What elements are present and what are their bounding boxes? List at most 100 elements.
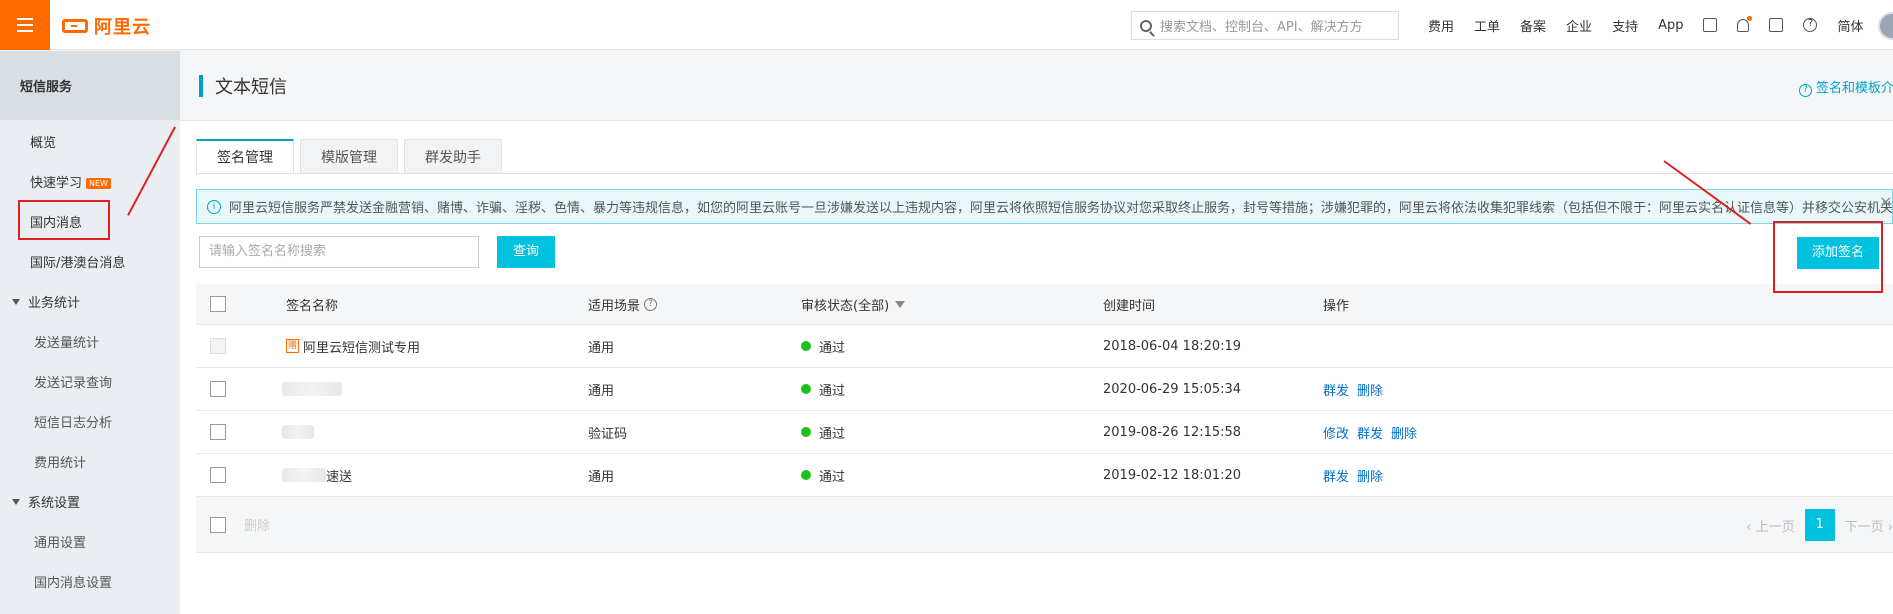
aliyun-logo[interactable]: 阿里云 (62, 13, 151, 39)
help-link[interactable]: ? 签名和模板介绍 (1799, 77, 1893, 97)
help-icon[interactable]: ? (1803, 18, 1818, 32)
logo-mark-icon (62, 19, 88, 33)
bell-icon[interactable] (1737, 15, 1753, 32)
row-actions: 群发 删除 (1323, 368, 1391, 410)
close-icon[interactable]: × (1879, 194, 1893, 210)
status-dot-icon (801, 341, 811, 351)
sidebar: 短信服务 概览 快速学习 NEW 国内消息 国际/港澳台消息 业务统计 发送量统计… (0, 51, 180, 614)
status: 通过 (801, 368, 845, 410)
footer-select-all-checkbox[interactable] (210, 516, 226, 533)
cart-icon[interactable] (1769, 18, 1784, 32)
top-navbar: 阿里云 搜索文档、控制台、API、解决方方 费用 工单 备案 企业 支持 App… (0, 0, 1893, 50)
pagination: ‹ 上一页 1 下一页 › (1746, 509, 1893, 541)
sidebar-title: 短信服务 (0, 51, 180, 120)
bulk-send-link[interactable]: 群发 (1357, 423, 1383, 442)
top-link-billing[interactable]: 费用 (1428, 16, 1454, 35)
highlight-box (1773, 221, 1883, 293)
question-icon: ? (1799, 84, 1812, 97)
table-row: 验证码 通过 2019-08-26 12:15:58 修改 群发 删除 (196, 411, 1893, 454)
col-scene: 适用场景? (588, 284, 658, 324)
page-number-button[interactable]: 1 (1804, 509, 1835, 541)
signature-table: 签名名称 适用场景? 审核状态(全部) 创建时间 操作 赠阿里云短信测试专用 通… (196, 284, 1893, 553)
status-text: 通过 (819, 469, 846, 485)
notice-banner: i 阿里云短信服务严禁发送金融营销、赌博、诈骗、淫秽、色情、暴力等违规信息，如您… (196, 189, 1893, 224)
avatar[interactable] (1878, 12, 1893, 40)
page-title: 文本短信 (215, 77, 287, 98)
sidebar-group-label: 系统设置 (28, 496, 81, 511)
row-actions: 群发 删除 (1323, 454, 1391, 496)
col-status-label: 审核状态(全部) (801, 298, 890, 314)
tabs: 签名管理 模版管理 群发助手 (196, 139, 502, 174)
terminal-icon[interactable] (1703, 18, 1718, 32)
scene: 通用 (588, 340, 615, 356)
row-checkbox (210, 338, 226, 354)
sidebar-item-quick-learn[interactable]: 快速学习 NEW (30, 172, 111, 191)
row-checkbox[interactable] (210, 424, 226, 440)
tab-divider (196, 173, 1893, 174)
global-search[interactable]: 搜索文档、控制台、API、解决方方 (1131, 11, 1399, 40)
notice-text: 阿里云短信服务严禁发送金融营销、赌博、诈骗、淫秽、色情、暴力等违规信息，如您的阿… (229, 201, 1893, 216)
highlight-box (18, 200, 110, 240)
row-checkbox[interactable] (210, 381, 226, 397)
signature-search-input[interactable]: 请输入签名名称搜索 (199, 236, 479, 268)
query-button[interactable]: 查询 (497, 236, 555, 268)
next-page-label: 下一页 (1844, 519, 1884, 535)
created-time: 2019-02-12 18:01:20 (1103, 467, 1242, 483)
signature-name (282, 411, 314, 453)
top-link-tickets[interactable]: 工单 (1474, 16, 1500, 35)
col-created: 创建时间 (1103, 298, 1156, 314)
sidebar-item-domestic-settings[interactable]: 国内消息设置 (34, 572, 112, 591)
sidebar-item-send-stats[interactable]: 发送量统计 (34, 332, 99, 351)
top-link-support[interactable]: 支持 (1612, 16, 1638, 35)
signature-name (282, 368, 342, 410)
edit-link[interactable]: 修改 (1323, 423, 1349, 442)
next-page-button[interactable]: 下一页 › (1845, 516, 1893, 535)
delete-link[interactable]: 删除 (1357, 380, 1383, 399)
scene: 通用 (588, 383, 615, 399)
top-link-icp[interactable]: 备案 (1520, 16, 1546, 35)
status-text: 通过 (819, 426, 846, 442)
select-all-checkbox[interactable] (210, 296, 226, 312)
sidebar-group-settings[interactable]: 系统设置 (12, 492, 80, 511)
prev-page-button[interactable]: ‹ 上一页 (1746, 516, 1794, 535)
logo-text: 阿里云 (94, 17, 151, 38)
bulk-delete-button[interactable]: 删除 (244, 497, 270, 552)
col-status[interactable]: 审核状态(全部) (801, 284, 906, 324)
top-link-app[interactable]: App (1658, 18, 1683, 33)
created-time: 2018-06-04 18:20:19 (1103, 338, 1242, 354)
caret-down-icon (12, 298, 20, 305)
status-text: 通过 (819, 383, 846, 399)
language-switch[interactable]: 简体 (1837, 16, 1863, 35)
table-footer: 删除 ‹ 上一页 1 下一页 › (196, 497, 1893, 553)
sidebar-item-send-records[interactable]: 发送记录查询 (34, 372, 112, 391)
sidebar-item-international[interactable]: 国际/港澳台消息 (30, 252, 125, 271)
row-checkbox[interactable] (210, 467, 226, 483)
sidebar-item-cost-stats[interactable]: 费用统计 (34, 452, 86, 471)
created-time: 2020-06-29 15:05:34 (1103, 381, 1242, 397)
blurred-name (282, 425, 314, 439)
delete-link[interactable]: 删除 (1357, 466, 1383, 485)
tab-bulk-send[interactable]: 群发助手 (404, 139, 502, 174)
top-links: 费用 工单 备案 企业 支持 App ? 简体 (1428, 0, 1864, 50)
status-text: 通过 (819, 340, 846, 356)
top-link-enterprise[interactable]: 企业 (1566, 16, 1592, 35)
info-icon: i (207, 199, 221, 214)
sidebar-item-general-settings[interactable]: 通用设置 (34, 532, 86, 551)
sidebar-item-overview[interactable]: 概览 (30, 132, 56, 151)
tab-templates[interactable]: 模版管理 (300, 139, 398, 174)
table-row: 通用 通过 2020-06-29 15:05:34 群发 删除 (196, 368, 1893, 411)
filter-icon[interactable] (895, 300, 906, 308)
sidebar-group-stats[interactable]: 业务统计 (12, 292, 80, 311)
blurred-name (282, 468, 326, 482)
sidebar-item-log-analysis[interactable]: 短信日志分析 (34, 412, 112, 431)
scene: 通用 (588, 469, 615, 485)
bulk-send-link[interactable]: 群发 (1323, 380, 1349, 399)
bulk-send-link[interactable]: 群发 (1323, 466, 1349, 485)
prev-page-label: 上一页 (1755, 519, 1795, 535)
status: 通过 (801, 325, 845, 367)
tab-signatures[interactable]: 签名管理 (196, 139, 294, 174)
question-icon[interactable]: ? (644, 297, 658, 311)
table-row: 速送 通用 通过 2019-02-12 18:01:20 群发 删除 (196, 454, 1893, 497)
menu-icon[interactable] (0, 0, 50, 50)
delete-link[interactable]: 删除 (1391, 423, 1417, 442)
